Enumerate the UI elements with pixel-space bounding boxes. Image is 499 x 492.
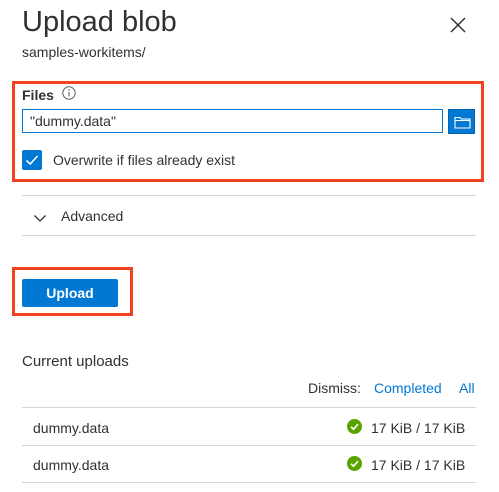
divider — [22, 445, 476, 446]
current-uploads-heading: Current uploads — [22, 353, 129, 370]
upload-row-status: 17 KiB / 17 KiB — [371, 420, 466, 436]
overwrite-checkbox[interactable] — [22, 150, 42, 170]
chevron-down-icon[interactable] — [33, 211, 47, 225]
dismiss-all-link[interactable]: All — [459, 380, 475, 396]
check-circle-icon — [347, 419, 362, 434]
panel-title: Upload blob — [22, 6, 177, 38]
browse-files-button[interactable] — [448, 109, 475, 134]
upload-row-name: dummy.data — [33, 420, 109, 436]
dismiss-completed-link[interactable]: Completed — [374, 380, 442, 396]
upload-button[interactable]: Upload — [22, 279, 118, 307]
close-icon[interactable] — [449, 16, 467, 34]
files-label: Files — [22, 87, 54, 103]
divider — [22, 235, 476, 236]
checkmark-icon — [25, 155, 39, 166]
divider — [22, 195, 476, 196]
files-input[interactable] — [22, 109, 443, 133]
overwrite-label[interactable]: Overwrite if files already exist — [53, 152, 235, 168]
upload-row-name: dummy.data — [33, 457, 109, 473]
upload-row-status: 17 KiB / 17 KiB — [371, 457, 466, 473]
check-circle-icon — [347, 456, 362, 471]
divider — [22, 407, 476, 408]
divider — [22, 482, 476, 483]
dismiss-label: Dismiss: — [308, 380, 361, 396]
advanced-toggle[interactable]: Advanced — [61, 208, 123, 224]
panel-subtitle: samples-workitems/ — [22, 44, 146, 60]
info-icon[interactable] — [62, 86, 76, 100]
folder-icon — [454, 116, 471, 129]
